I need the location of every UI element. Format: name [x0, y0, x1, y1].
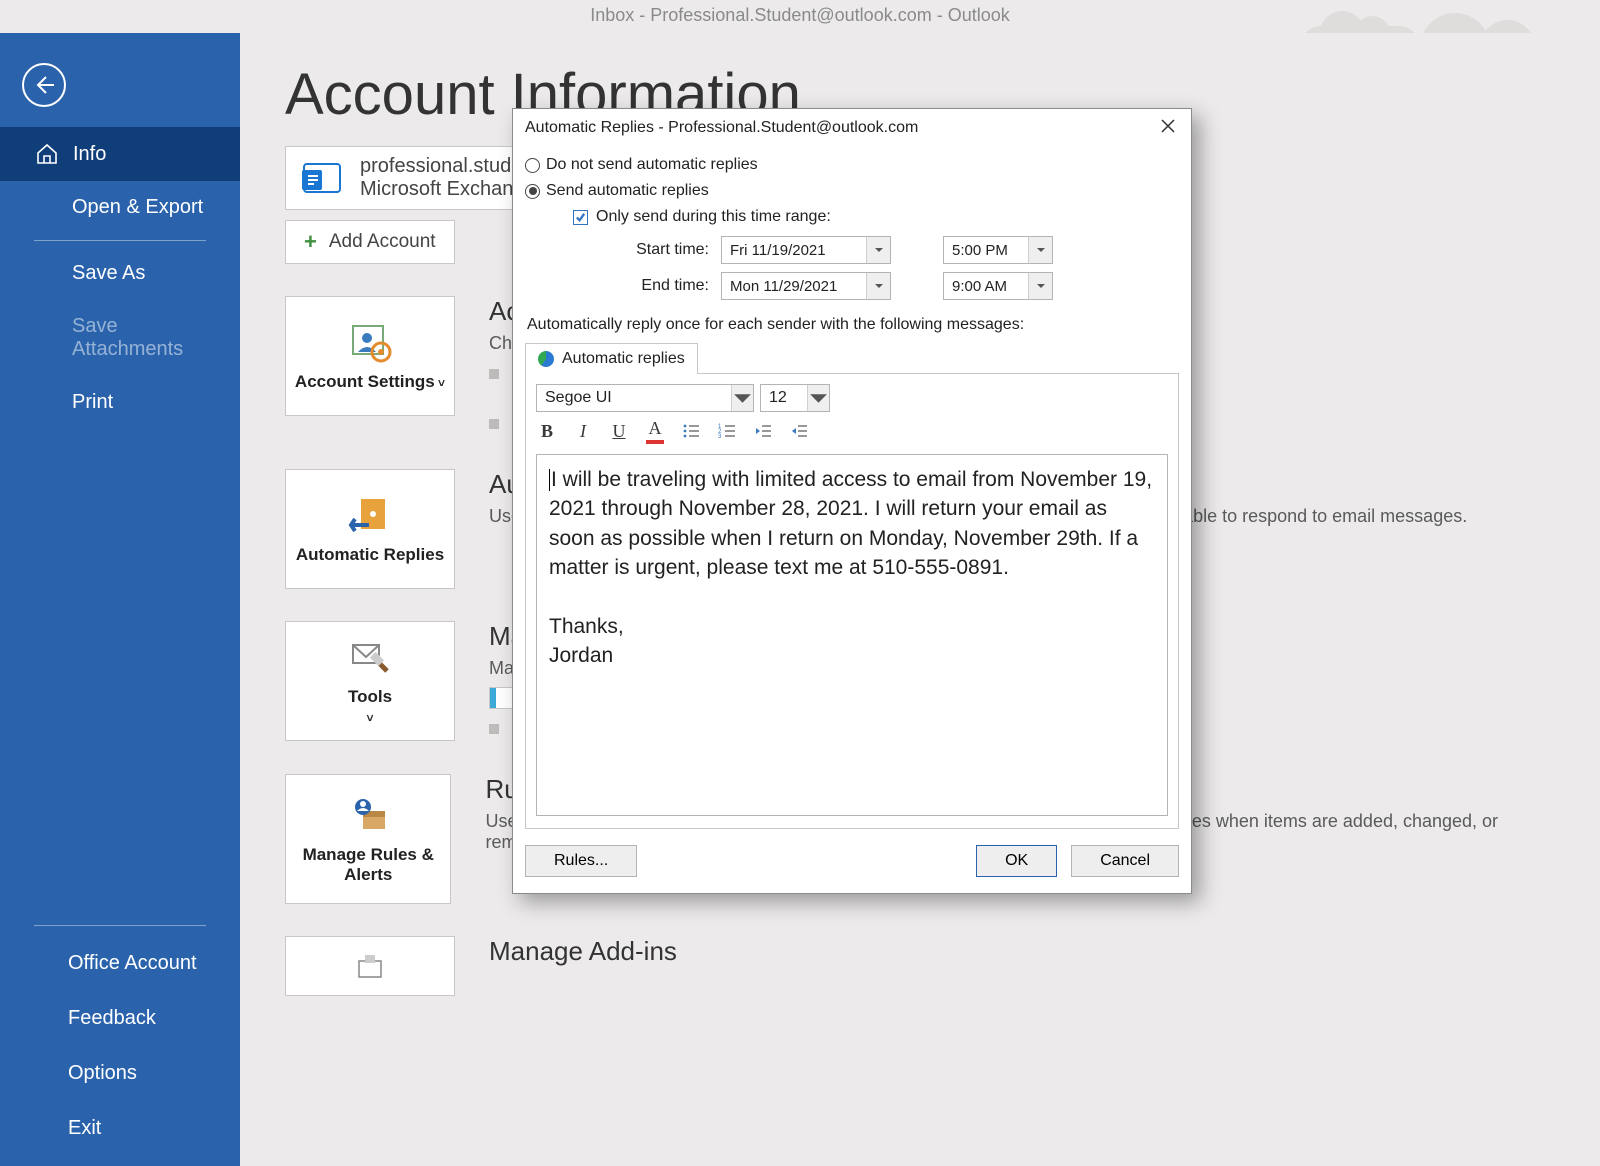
- chevron-down-icon: [731, 385, 753, 411]
- end-date-combo[interactable]: Mon 11/29/2021: [721, 272, 891, 300]
- sidebar-item-save-attachments: Save Attachments: [0, 300, 240, 376]
- increase-indent-button[interactable]: [788, 420, 810, 442]
- sidebar-separator: [34, 240, 206, 241]
- dialog-title-bar: Automatic Replies - Professional.Student…: [513, 109, 1191, 146]
- back-arrow-icon: [32, 73, 56, 97]
- font-size-select[interactable]: 12: [760, 384, 830, 412]
- bullet-list-button[interactable]: [680, 420, 702, 442]
- chevron-down-icon: [1028, 237, 1052, 263]
- automatic-replies-dialog: Automatic Replies - Professional.Student…: [512, 108, 1192, 894]
- sidebar-item-exit[interactable]: Exit: [0, 1101, 240, 1156]
- dialog-title: Automatic Replies - Professional.Student…: [525, 119, 918, 137]
- start-time-combo[interactable]: 5:00 PM: [943, 236, 1053, 264]
- start-time-label: Start time:: [585, 241, 715, 259]
- start-date-combo[interactable]: Fri 11/19/2021: [721, 236, 891, 264]
- dialog-close-button[interactable]: [1155, 116, 1181, 139]
- chevron-down-icon: [1028, 273, 1052, 299]
- home-icon: [35, 142, 59, 166]
- reply-message-text: I will be traveling with limited access …: [549, 468, 1158, 667]
- window-title: Inbox - Professional.Student@outlook.com…: [590, 5, 1009, 25]
- checkbox-icon-checked: [573, 210, 588, 225]
- tile-rules-alerts[interactable]: Manage Rules & Alerts: [285, 774, 451, 904]
- globe-icon: [538, 351, 554, 367]
- reply-message-textarea[interactable]: I will be traveling with limited access …: [536, 454, 1168, 816]
- numbered-list-button[interactable]: 123: [716, 420, 738, 442]
- add-account-button[interactable]: + Add Account: [285, 220, 455, 264]
- tile-tools[interactable]: Tools˅: [285, 621, 455, 741]
- addins-icon: [355, 951, 385, 981]
- chevron-down-icon: ˅: [435, 376, 445, 390]
- tab-strip: Automatic replies: [525, 342, 1179, 374]
- close-icon: [1161, 119, 1175, 133]
- backstage-sidebar: Info Open & Export Save As Save Attachme…: [0, 33, 240, 1166]
- tile-account-settings[interactable]: Account Settings ˅: [285, 296, 455, 416]
- italic-button[interactable]: I: [572, 420, 594, 442]
- section-heading-addins: Manage Add-ins: [489, 936, 677, 967]
- end-time-combo[interactable]: 9:00 AM: [943, 272, 1053, 300]
- sidebar-item-info[interactable]: Info: [0, 127, 240, 181]
- radio-icon: [525, 158, 540, 173]
- sidebar-item-options[interactable]: Options: [0, 1046, 240, 1101]
- account-settings-icon: [347, 320, 393, 366]
- sidebar-separator-bottom: [34, 925, 206, 926]
- radio-do-not-send[interactable]: Do not send automatic replies: [525, 152, 1179, 178]
- chevron-down-icon: [866, 273, 890, 299]
- editor-area: Segoe UI 12 B I U A 123 I will be travel…: [525, 374, 1179, 829]
- ok-button[interactable]: OK: [976, 845, 1057, 877]
- sidebar-item-save-as[interactable]: Save As: [0, 247, 240, 300]
- sidebar-label-info: Info: [73, 143, 106, 166]
- automatic-replies-icon: [347, 493, 393, 539]
- sidebar-item-office-account[interactable]: Office Account: [0, 936, 240, 991]
- rules-button[interactable]: Rules...: [525, 845, 637, 877]
- underline-button[interactable]: U: [608, 420, 630, 442]
- exchange-icon: [300, 156, 344, 200]
- decrease-indent-button[interactable]: [752, 420, 774, 442]
- sidebar-item-open-export[interactable]: Open & Export: [0, 181, 240, 234]
- checkbox-only-range[interactable]: Only send during this time range:: [525, 204, 1179, 236]
- bold-button[interactable]: B: [536, 420, 558, 442]
- tile-automatic-replies[interactable]: Automatic Replies: [285, 469, 455, 589]
- radio-icon-checked: [525, 184, 540, 199]
- add-account-label: Add Account: [329, 231, 436, 253]
- font-name-select[interactable]: Segoe UI: [536, 384, 754, 412]
- chevron-down-icon: [807, 385, 829, 411]
- chevron-down-icon: [866, 237, 890, 263]
- plus-icon: +: [304, 229, 317, 255]
- rules-alerts-icon: [345, 793, 391, 839]
- dialog-note: Automatically reply once for each sender…: [525, 300, 1179, 342]
- tab-automatic-replies[interactable]: Automatic replies: [525, 343, 698, 374]
- radio-send[interactable]: Send automatic replies: [525, 178, 1179, 204]
- back-button[interactable]: [22, 63, 66, 107]
- end-time-label: End time:: [585, 277, 715, 295]
- chevron-down-icon: ˅: [366, 711, 373, 725]
- tools-icon: [347, 635, 393, 681]
- svg-text:3: 3: [718, 434, 722, 440]
- cancel-button[interactable]: Cancel: [1071, 845, 1179, 877]
- tile-addins[interactable]: [285, 936, 455, 996]
- sidebar-bottom-group: Office Account Feedback Options Exit: [0, 919, 240, 1156]
- sidebar-item-print[interactable]: Print: [0, 376, 240, 429]
- font-color-button[interactable]: A: [644, 420, 666, 442]
- sidebar-item-feedback[interactable]: Feedback: [0, 991, 240, 1046]
